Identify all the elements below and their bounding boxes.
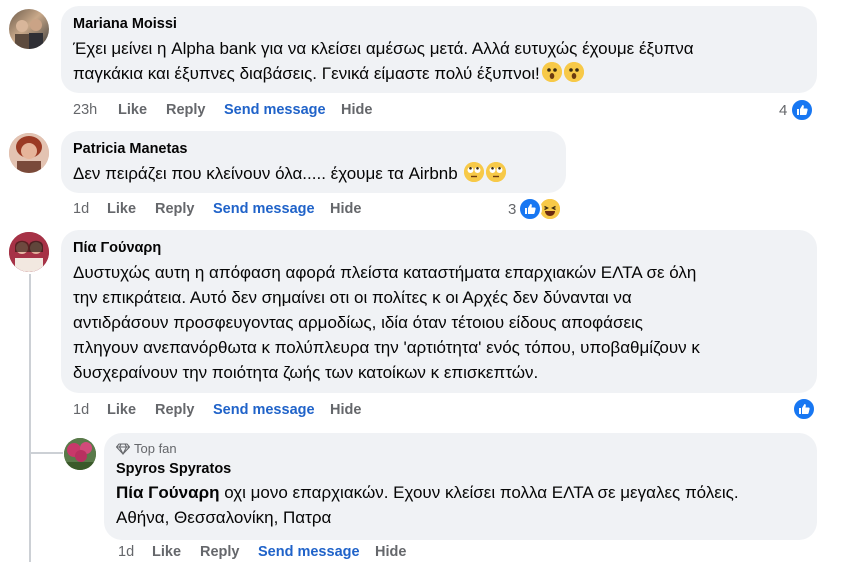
mention-link[interactable]: Πία Γούναρη: [116, 483, 219, 502]
thumbs-up-icon[interactable]: [792, 397, 816, 421]
top-fan-badge[interactable]: Top fan: [116, 441, 805, 456]
like-button[interactable]: Like: [107, 402, 136, 418]
comment-text-line: πληγουν ανεπανόρθωτα κ πολύπλευρα την 'α…: [73, 338, 700, 357]
hide-button[interactable]: Hide: [330, 402, 361, 418]
eye-roll-emoji-icon: [486, 162, 507, 182]
hide-button[interactable]: Hide: [330, 201, 361, 217]
avatar-photo: [9, 133, 49, 173]
hide-button[interactable]: Hide: [375, 544, 406, 560]
astonished-emoji-icon: [563, 62, 584, 82]
comment-actions: 1d Like Reply Send message Hide: [73, 402, 473, 420]
send-message-button[interactable]: Send message: [258, 544, 360, 560]
comment-text-line: Πία Γούναρη οχι μονο επαρχιακών. Εχουν κ…: [116, 480, 805, 505]
diamond-icon: [116, 442, 130, 455]
comment-text-line: Έχει μείνει η Alpha bank για να κλείσει …: [73, 39, 694, 58]
comment-text-line: Δυστυχώς αυτη η απόφαση αφορά πλείστα κα…: [73, 263, 697, 282]
reaction-count[interactable]: 3: [508, 201, 516, 218]
avatar-photo: [15, 19, 43, 49]
reply-button[interactable]: Reply: [200, 544, 240, 560]
comment-timestamp[interactable]: 1d: [118, 544, 134, 560]
comment-bubble: Πία Γούναρη Δυστυχώς αυτη η απόφαση αφορ…: [61, 230, 817, 393]
thumbs-up-icon[interactable]: [790, 98, 814, 122]
thread-connector-vertical: [29, 274, 31, 562]
thread-connector-branch: [29, 452, 63, 454]
like-button[interactable]: Like: [107, 201, 136, 217]
hide-button[interactable]: Hide: [341, 102, 372, 118]
comment-actions: 1d Like Reply Send message Hide: [118, 544, 518, 562]
reply-button[interactable]: Reply: [155, 402, 195, 418]
comment-text: Δεν πειράζει που κλείνουν όλα..... έχουμ…: [73, 164, 458, 183]
send-message-button[interactable]: Send message: [213, 201, 315, 217]
comment-timestamp[interactable]: 1d: [73, 402, 89, 418]
send-message-button[interactable]: Send message: [224, 102, 326, 118]
avatar[interactable]: [9, 133, 49, 173]
avatar-photo: [9, 232, 49, 272]
comment-author[interactable]: Spyros Spyratos: [116, 460, 805, 478]
comment-text-line: παγκάκια και έξυπνες διαβάσεις. Γενικά ε…: [73, 64, 540, 83]
avatar[interactable]: [64, 438, 96, 470]
comment-text-line-2: παγκάκια και έξυπνες διαβάσεις. Γενικά ε…: [73, 61, 805, 86]
comment-author[interactable]: Patricia Manetas: [73, 140, 554, 158]
comment-timestamp[interactable]: 23h: [73, 102, 97, 118]
comment-bubble: Mariana Moissi Έχει μείνει η Alpha bank …: [61, 6, 817, 93]
comment-text-line: Αθήνα, Θεσσαλονίκη, Πατρα: [116, 508, 332, 527]
comment-actions: 23h Like Reply Send message Hide: [73, 102, 473, 120]
like-button[interactable]: Like: [152, 544, 181, 560]
send-message-button[interactable]: Send message: [213, 402, 315, 418]
eye-roll-emoji-icon: [464, 162, 485, 182]
avatar[interactable]: [9, 9, 49, 49]
comment-text-line: δυσχεραίνουν την ποιότητα ζωής των κατοί…: [73, 363, 539, 382]
thumbs-up-icon[interactable]: [518, 197, 542, 221]
astonished-emoji-icon: [541, 62, 562, 82]
like-button[interactable]: Like: [118, 102, 147, 118]
comment-text-line: αντιδράσουν προσφευγοντας αρμοδίως, ιδία…: [73, 313, 643, 332]
comment-actions: 1d Like Reply Send message Hide: [73, 201, 473, 219]
comment-text-line: την επικράτεια. Αυτό δεν σημαίνει οτι οι…: [73, 288, 632, 307]
comment-bubble: Patricia Manetas Δεν πειράζει που κλείνο…: [61, 131, 566, 193]
reaction-count[interactable]: 4: [779, 102, 787, 119]
comment-author[interactable]: Πία Γούναρη: [73, 239, 805, 257]
avatar-photo: [64, 438, 96, 470]
comment-timestamp[interactable]: 1d: [73, 201, 89, 217]
reply-bubble: Top fan Spyros Spyratos Πία Γούναρη οχι …: [104, 433, 817, 540]
top-fan-label: Top fan: [134, 441, 177, 456]
reply-button[interactable]: Reply: [166, 102, 206, 118]
reply-button[interactable]: Reply: [155, 201, 195, 217]
comment-text-line: Δεν πειράζει που κλείνουν όλα..... έχουμ…: [73, 161, 554, 186]
comment-text: οχι μονο επαρχιακών. Εχουν κλείσει πολλα…: [219, 483, 739, 502]
avatar[interactable]: [9, 232, 49, 272]
comment-author[interactable]: Mariana Moissi: [73, 15, 805, 33]
